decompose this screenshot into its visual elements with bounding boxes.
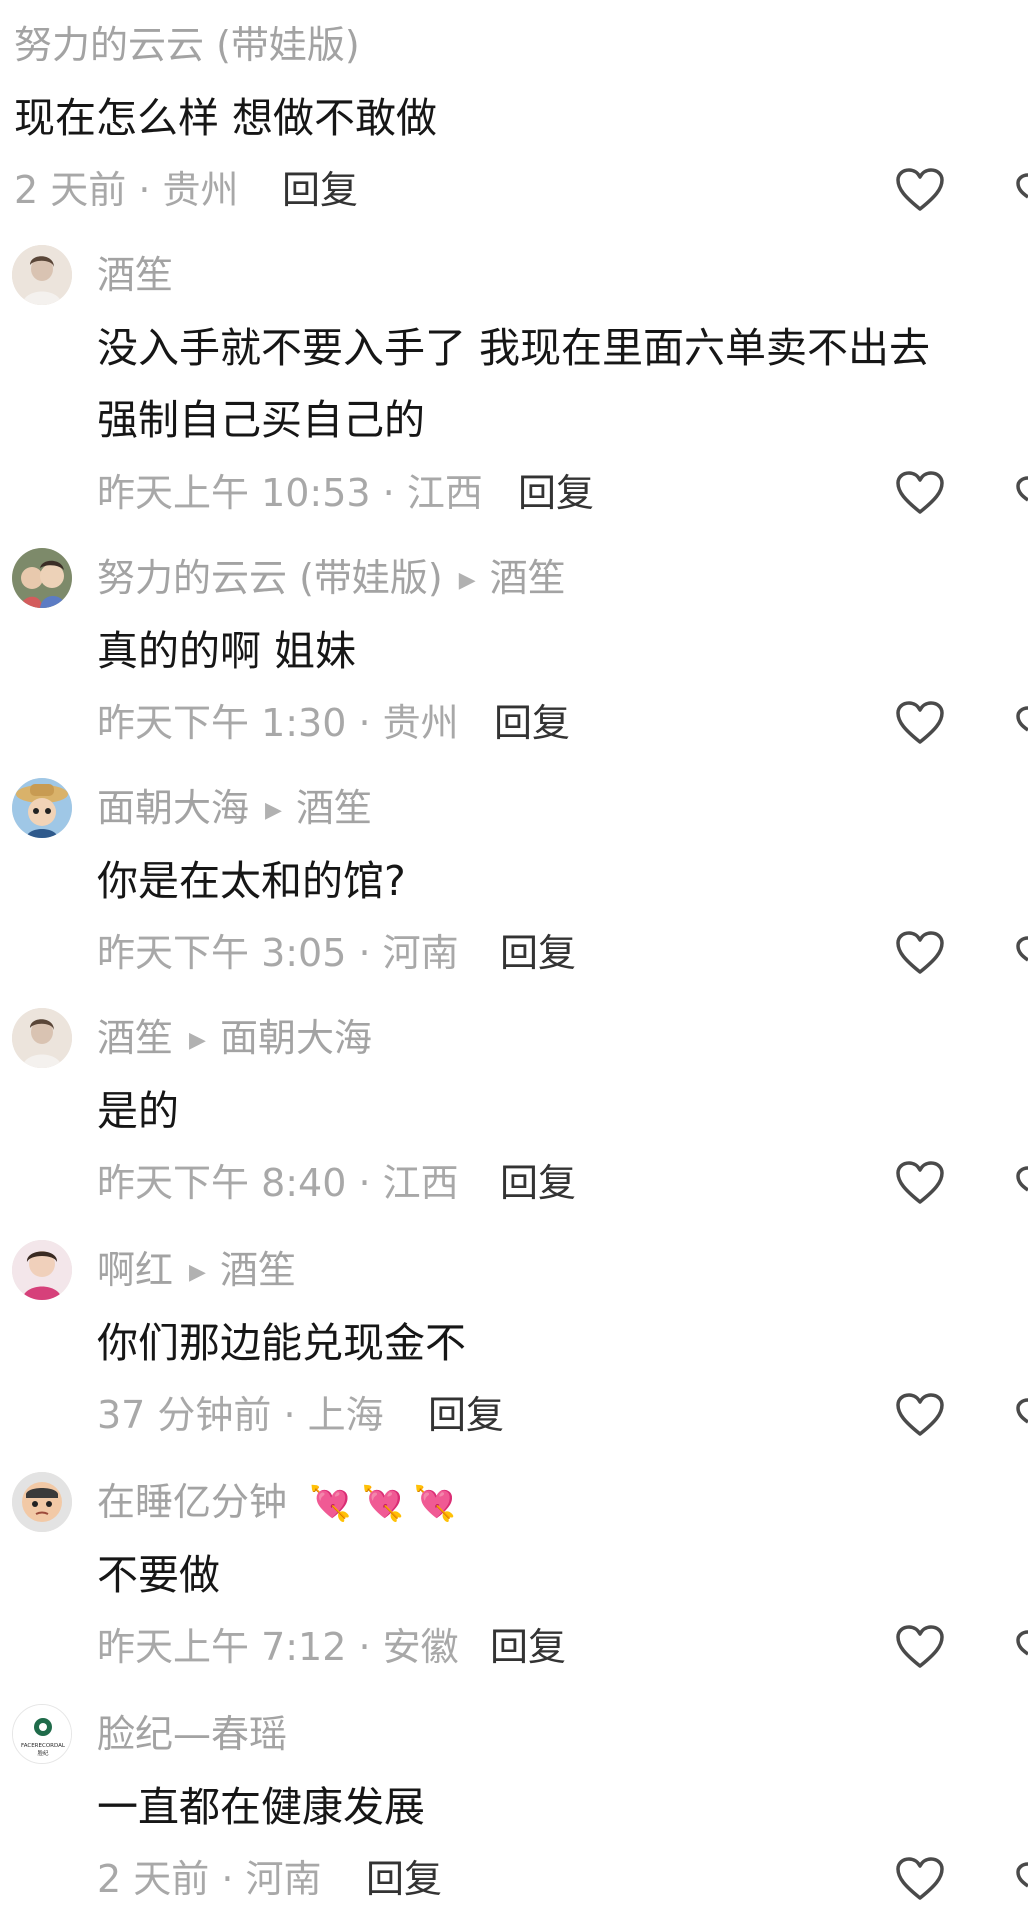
- comment-author[interactable]: 酒笙: [97, 1016, 173, 1060]
- comment-time-location: 37 分钟前 · 上海: [97, 1393, 384, 1437]
- reply-to-author[interactable]: 酒笙: [220, 1248, 296, 1292]
- comment-time-location: 昨天下午 8:40 · 江西: [97, 1161, 459, 1205]
- broken-heart-icon[interactable]: [1014, 167, 1028, 213]
- reply-arrow-icon: ▶: [458, 568, 476, 593]
- comment-author[interactable]: 脸纪—春瑶: [97, 1709, 287, 1759]
- heart-outline-icon[interactable]: [895, 1856, 945, 1902]
- broken-heart-icon[interactable]: [1014, 1160, 1028, 1206]
- heart-arrow-icon: 💘: [361, 1484, 404, 1524]
- comment-time-location: 昨天上午 7:12 · 安徽: [97, 1625, 459, 1669]
- avatar[interactable]: [12, 1472, 72, 1532]
- comment-text: 一直都在健康发展: [97, 1783, 425, 1831]
- comment-time-location: 2 天前 · 贵州: [14, 168, 239, 212]
- comment-author-line: 努力的云云 (带娃版) ▶ 酒笙: [97, 553, 566, 603]
- avatar[interactable]: [12, 1008, 72, 1068]
- comment-text: 现在怎么样 想做不敢做: [14, 94, 438, 142]
- broken-heart-icon[interactable]: [1014, 930, 1028, 976]
- broken-heart-icon[interactable]: [1014, 470, 1028, 516]
- comment-author[interactable]: 酒笙: [97, 250, 173, 300]
- broken-heart-icon[interactable]: [1014, 1392, 1028, 1438]
- heart-outline-icon[interactable]: [895, 470, 945, 516]
- comment-author-line: 面朝大海 ▶ 酒笙: [97, 783, 372, 833]
- reply-button[interactable]: 回复: [494, 698, 570, 748]
- reply-button[interactable]: 回复: [500, 1158, 576, 1208]
- comment-time-location: 2 天前 · 河南: [97, 1857, 322, 1901]
- heart-outline-icon[interactable]: [895, 1392, 945, 1438]
- heart-arrow-icon: 💘: [309, 1484, 352, 1524]
- broken-heart-icon[interactable]: [1014, 700, 1028, 746]
- heart-outline-icon[interactable]: [895, 167, 945, 213]
- svg-text:脸纪: 脸纪: [37, 1749, 49, 1757]
- comment-time-location: 昨天上午 10:53 · 江西: [97, 471, 483, 515]
- comment-text: 是的: [97, 1087, 179, 1135]
- reply-arrow-icon: ▶: [189, 1028, 206, 1053]
- reply-arrow-icon: ▶: [189, 1260, 206, 1285]
- svg-text:FACERECORDAL: FACERECORDAL: [21, 1743, 66, 1749]
- avatar[interactable]: [12, 1240, 72, 1300]
- comment-author[interactable]: 面朝大海: [97, 786, 249, 830]
- comment-text: 你们那边能兑现金不: [97, 1319, 466, 1367]
- comment-text: 没入手就不要入手了 我现在里面六单卖不出去 强制自己买自己的: [97, 324, 931, 444]
- comment-text: 不要做: [97, 1551, 220, 1599]
- comment-author-line: 在睡亿分钟 💘 💘 💘: [97, 1477, 456, 1527]
- avatar[interactable]: [12, 245, 72, 305]
- reply-button[interactable]: 回复: [282, 165, 358, 215]
- reply-button[interactable]: 回复: [428, 1390, 504, 1440]
- avatar[interactable]: [12, 548, 72, 608]
- reply-button[interactable]: 回复: [490, 1622, 566, 1672]
- heart-outline-icon[interactable]: [895, 930, 945, 976]
- comment-text: 你是在太和的馆?: [97, 857, 406, 905]
- heart-arrow-icon: 💘: [413, 1484, 457, 1524]
- comment-author[interactable]: 在睡亿分钟: [97, 1480, 287, 1524]
- comment-author-line: 啊红 ▶ 酒笙: [97, 1245, 296, 1295]
- reply-to-author[interactable]: 酒笙: [490, 556, 566, 600]
- comment-author[interactable]: 努力的云云 (带娃版): [14, 20, 360, 70]
- heart-outline-icon[interactable]: [895, 1624, 945, 1670]
- reply-button[interactable]: 回复: [366, 1854, 442, 1904]
- reply-arrow-icon: ▶: [265, 798, 282, 823]
- comment-author[interactable]: 啊红: [97, 1248, 173, 1292]
- heart-outline-icon[interactable]: [895, 700, 945, 746]
- comment-time-location: 昨天下午 3:05 · 河南: [97, 931, 459, 975]
- avatar[interactable]: FACERECORDAL 脸纪: [12, 1704, 72, 1764]
- heart-outline-icon[interactable]: [895, 1160, 945, 1206]
- comment-text: 真的的啊 姐妹: [97, 627, 357, 675]
- reply-button[interactable]: 回复: [500, 928, 576, 978]
- reply-button[interactable]: 回复: [518, 468, 594, 518]
- broken-heart-icon[interactable]: [1014, 1856, 1028, 1902]
- comment-author[interactable]: 努力的云云 (带娃版): [97, 556, 443, 600]
- reply-to-author[interactable]: 面朝大海: [220, 1016, 372, 1060]
- broken-heart-icon[interactable]: [1014, 1624, 1028, 1670]
- comment-author-line: 酒笙 ▶ 面朝大海: [97, 1013, 372, 1063]
- comment-time-location: 昨天下午 1:30 · 贵州: [97, 701, 459, 745]
- reply-to-author[interactable]: 酒笙: [296, 786, 372, 830]
- avatar[interactable]: [12, 778, 72, 838]
